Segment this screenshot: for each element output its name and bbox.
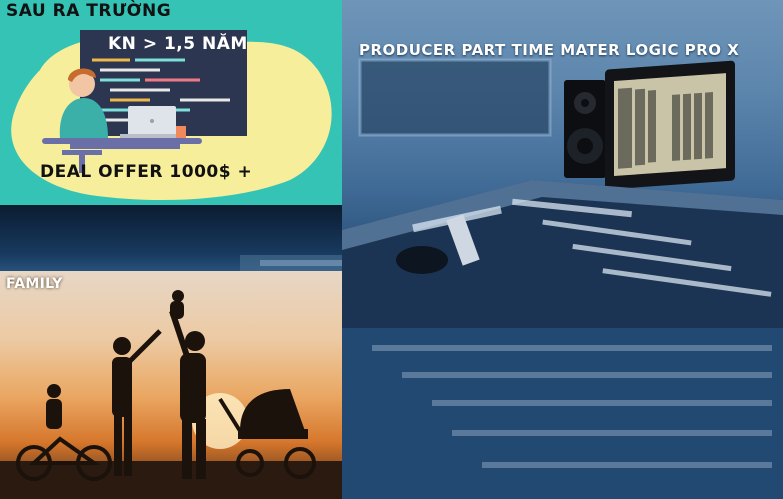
deal-offer-label: DEAL OFFER 1000$ + xyxy=(40,162,253,182)
family-title: FAMILY xyxy=(6,276,63,292)
family-photo xyxy=(0,271,342,499)
studio-illustration xyxy=(342,58,783,499)
producer-title: PRODUCER PART TIME MATER LOGIC PRO X xyxy=(359,41,740,59)
experience-label: KN > 1,5 NĂM xyxy=(108,34,248,54)
family-silhouette xyxy=(0,290,342,499)
career-title: SAU RA TRƯỜNG xyxy=(6,1,172,21)
studio-photo xyxy=(342,0,783,499)
